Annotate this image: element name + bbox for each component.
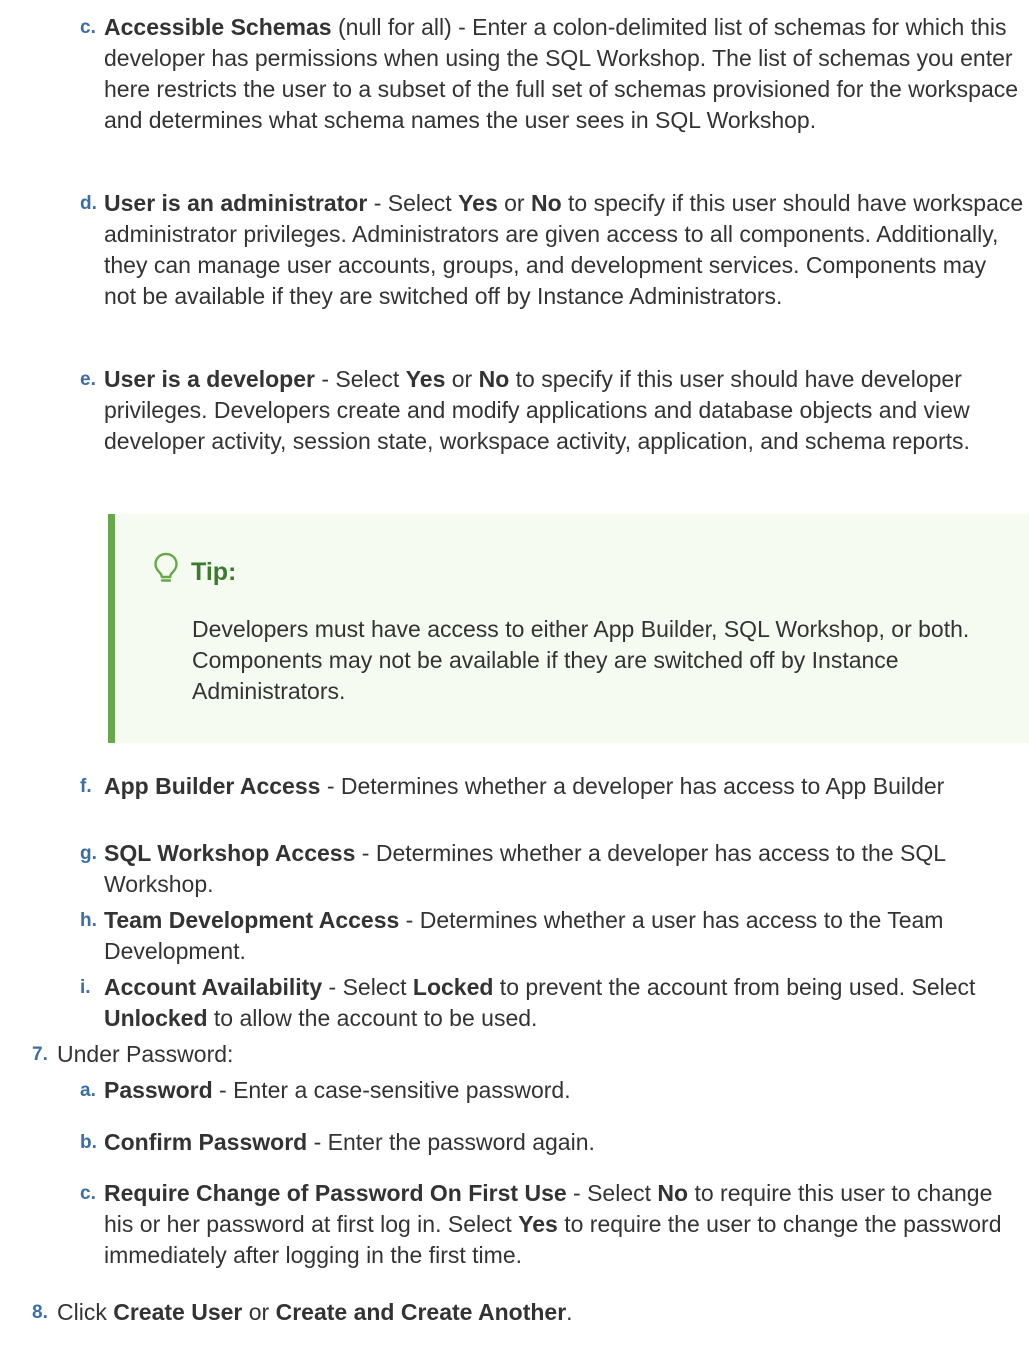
substep-label: b. <box>80 1132 97 1153</box>
substep-description: - Determines whether a developer has acc… <box>320 773 945 799</box>
substep-label: c. <box>80 17 96 38</box>
text-fragment: - Select <box>566 1180 658 1206</box>
substep-label: g. <box>80 843 97 864</box>
text-fragment: or <box>242 1299 276 1325</box>
substep-label: a. <box>80 1080 96 1101</box>
substep-text: Password - Enter a case-sensitive passwo… <box>104 1075 1024 1106</box>
tip-title: Tip: <box>191 557 237 586</box>
option-yes: Yes <box>458 190 498 216</box>
substep-label: e. <box>80 369 96 390</box>
substep-text: Account Availability - Select Locked to … <box>104 972 1024 1034</box>
substep-title: App Builder Access <box>104 773 321 799</box>
tip-body: Developers must have access to either Ap… <box>192 616 970 704</box>
substep-title: Team Development Access <box>104 907 400 933</box>
substep-title: Require Change of Password On First Use <box>104 1180 567 1206</box>
document-page: c. Accessible Schemas (null for all) - E… <box>0 0 1029 1353</box>
substep-title: Confirm Password <box>104 1129 308 1155</box>
step-number: 8. <box>32 1302 48 1323</box>
option-no: No <box>478 366 510 392</box>
substep-label: c. <box>80 1183 96 1204</box>
substep-text: User is a developer - Select Yes or No t… <box>104 364 1024 457</box>
substep-title: Accessible Schemas <box>104 14 332 40</box>
substep-description: to allow the account to be used. <box>207 1005 538 1031</box>
text-fragment: - Select <box>322 974 413 1000</box>
step-text: Click Create User or Create and Create A… <box>57 1297 1017 1328</box>
lightbulb-icon <box>153 552 179 592</box>
step-number: 7. <box>32 1044 48 1065</box>
substep-text: User is an administrator - Select Yes or… <box>104 188 1024 312</box>
option-no: No <box>530 190 562 216</box>
text-fragment: - Select <box>367 190 459 216</box>
substep-title: User is an administrator <box>104 190 368 216</box>
substep-title: Account Availability <box>104 974 323 1000</box>
substep-text: SQL Workshop Access - Determines whether… <box>104 838 1024 900</box>
substep-description: - Enter a case-sensitive password. <box>212 1077 571 1103</box>
option-unlocked: Unlocked <box>104 1005 208 1031</box>
substep-label: d. <box>80 193 97 214</box>
option-yes: Yes <box>518 1211 558 1237</box>
substep-description: - Enter the password again. <box>307 1129 595 1155</box>
tip-callout: Tip: Developers must have access to eith… <box>108 514 1029 743</box>
text-fragment: . <box>566 1299 573 1325</box>
tip-header: Tip: <box>153 552 236 592</box>
substep-label: i. <box>80 977 91 998</box>
substep-label: f. <box>80 776 92 797</box>
substep-title: Password <box>104 1077 213 1103</box>
substep-label: h. <box>80 910 97 931</box>
text-fragment: - Select <box>314 366 406 392</box>
substep-title: User is a developer <box>104 366 315 392</box>
option-no: No <box>657 1180 689 1206</box>
substep-text: App Builder Access - Determines whether … <box>104 771 1024 802</box>
text-fragment: or <box>445 366 479 392</box>
text-fragment: Click <box>57 1299 114 1325</box>
substep-title: SQL Workshop Access <box>104 840 356 866</box>
option-yes: Yes <box>405 366 446 392</box>
step-text: Under Password: <box>57 1041 234 1067</box>
substep-text: Confirm Password - Enter the password ag… <box>104 1127 1024 1158</box>
option-locked: Locked <box>412 974 494 1000</box>
substep-text: Team Development Access - Determines whe… <box>104 905 1024 967</box>
text-fragment: to prevent the account from being used. … <box>493 974 976 1000</box>
substep-text: Accessible Schemas (null for all) - Ente… <box>104 12 1024 136</box>
create-user-label: Create User <box>113 1299 243 1325</box>
text-fragment: or <box>497 190 531 216</box>
create-and-create-another-label: Create and Create Another <box>275 1299 567 1325</box>
substep-text: Require Change of Password On First Use … <box>104 1178 1024 1271</box>
